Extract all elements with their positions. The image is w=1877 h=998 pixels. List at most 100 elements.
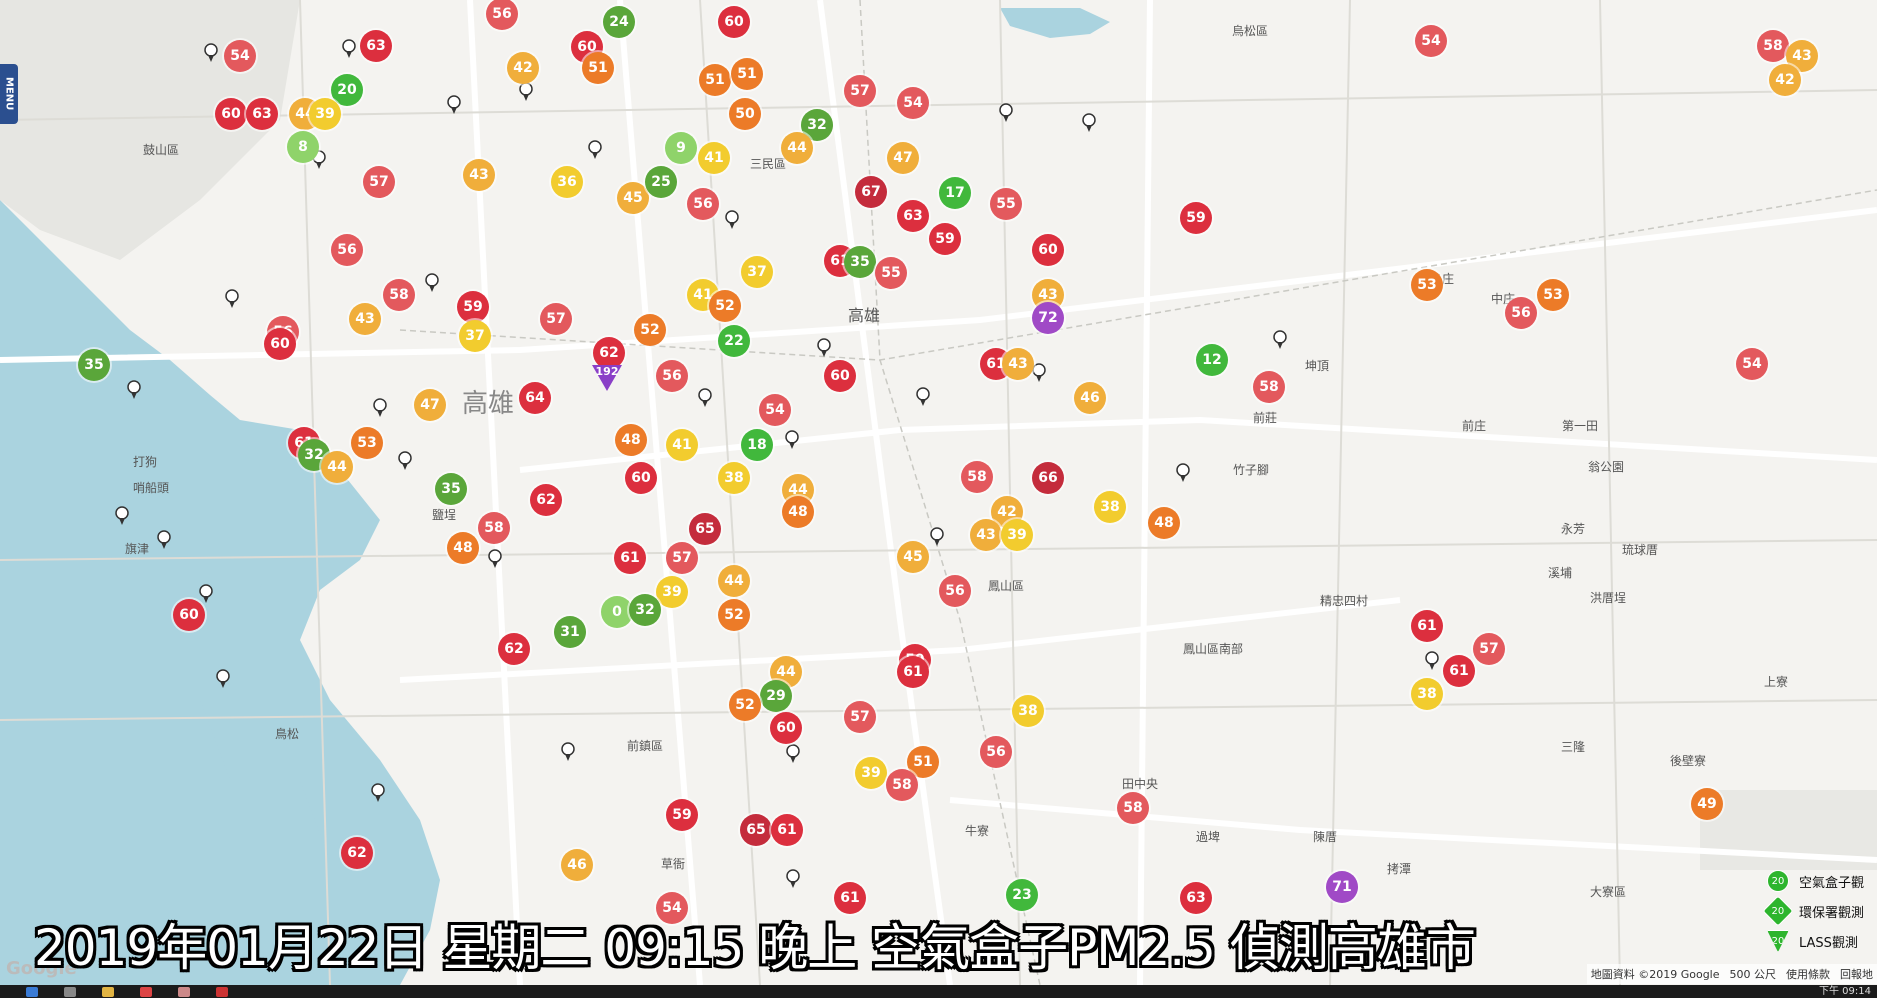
pm25-marker[interactable]: 62 bbox=[341, 837, 373, 869]
pm25-marker[interactable]: 48 bbox=[615, 424, 647, 456]
pm25-marker[interactable]: 67 bbox=[855, 176, 887, 208]
pm25-marker[interactable]: 63 bbox=[360, 30, 392, 62]
pm25-marker[interactable]: 56 bbox=[331, 234, 363, 266]
pm25-marker[interactable]: 41 bbox=[698, 142, 730, 174]
pm25-marker[interactable]: 20 bbox=[331, 74, 363, 106]
pm25-marker[interactable]: 47 bbox=[887, 142, 919, 174]
pm25-marker[interactable]: 61 bbox=[771, 814, 803, 846]
map-pin-icon[interactable] bbox=[915, 387, 931, 407]
pm25-marker[interactable]: 44 bbox=[321, 451, 353, 483]
map-pin-icon[interactable] bbox=[724, 210, 740, 230]
pm25-marker[interactable]: 37 bbox=[741, 256, 773, 288]
pm25-marker[interactable]: 42 bbox=[1769, 64, 1801, 96]
pm25-marker[interactable]: 61 bbox=[1411, 610, 1443, 642]
map-pin-icon[interactable] bbox=[203, 43, 219, 63]
pm25-marker[interactable]: 58 bbox=[478, 512, 510, 544]
pm25-marker[interactable]: 57 bbox=[1473, 633, 1505, 665]
pm25-marker[interactable]: 47 bbox=[414, 389, 446, 421]
pm25-marker[interactable]: 22 bbox=[718, 325, 750, 357]
pm25-marker[interactable]: 65 bbox=[740, 814, 772, 846]
pm25-marker[interactable]: 43 bbox=[1002, 348, 1034, 380]
pm25-marker[interactable]: 42 bbox=[507, 52, 539, 84]
search-icon[interactable] bbox=[64, 986, 76, 997]
pm25-marker[interactable]: 51 bbox=[582, 52, 614, 84]
map-pin-icon[interactable] bbox=[697, 388, 713, 408]
pm25-marker[interactable]: 62 bbox=[530, 484, 562, 516]
pm25-marker[interactable]: 12 bbox=[1196, 344, 1228, 376]
pm25-marker[interactable]: 44 bbox=[718, 565, 750, 597]
pm25-marker[interactable]: 59 bbox=[666, 799, 698, 831]
pm25-marker[interactable]: 56 bbox=[656, 360, 688, 392]
pm25-marker[interactable]: 23 bbox=[1006, 879, 1038, 911]
pm25-marker[interactable]: 57 bbox=[666, 542, 698, 574]
pm25-marker[interactable]: 52 bbox=[634, 314, 666, 346]
pm25-marker[interactable]: 53 bbox=[1537, 279, 1569, 311]
pm25-marker[interactable]: 43 bbox=[463, 159, 495, 191]
pm25-marker[interactable]: 48 bbox=[1148, 507, 1180, 539]
pm25-marker[interactable]: 35 bbox=[435, 473, 467, 505]
pm25-marker[interactable]: 57 bbox=[844, 701, 876, 733]
pm25-marker[interactable]: 56 bbox=[1505, 297, 1537, 329]
map-pin-icon[interactable] bbox=[784, 430, 800, 450]
pm25-marker[interactable]: 60 bbox=[824, 360, 856, 392]
pm25-marker[interactable]: 38 bbox=[718, 462, 750, 494]
folder-icon[interactable] bbox=[102, 986, 114, 997]
map-pin-icon[interactable] bbox=[587, 140, 603, 160]
map-pin-icon[interactable] bbox=[215, 669, 231, 689]
pm25-marker[interactable]: 17 bbox=[939, 177, 971, 209]
pm25-marker[interactable]: 60 bbox=[770, 712, 802, 744]
pm25-marker[interactable]: 49 bbox=[1691, 788, 1723, 820]
pm25-marker[interactable]: 31 bbox=[554, 616, 586, 648]
pm25-marker[interactable]: 59 bbox=[1180, 202, 1212, 234]
map-pin-icon[interactable] bbox=[156, 530, 172, 550]
map-pin-icon[interactable] bbox=[370, 783, 386, 803]
pm25-marker[interactable]: 56 bbox=[939, 575, 971, 607]
pm25-marker[interactable]: 58 bbox=[961, 461, 993, 493]
pm25-marker[interactable]: 54 bbox=[759, 394, 791, 426]
pm25-marker[interactable]: 38 bbox=[1411, 678, 1443, 710]
app-icon[interactable] bbox=[216, 986, 228, 997]
pm25-marker[interactable]: 18 bbox=[741, 429, 773, 461]
pm25-marker[interactable]: 60 bbox=[215, 98, 247, 130]
pm25-marker[interactable]: 60 bbox=[1032, 234, 1064, 266]
pm25-marker[interactable]: 48 bbox=[447, 532, 479, 564]
chrome-icon[interactable] bbox=[140, 986, 152, 997]
pm25-marker[interactable]: 54 bbox=[1415, 25, 1447, 57]
map-pin-icon[interactable] bbox=[446, 95, 462, 115]
pm25-marker[interactable]: 48 bbox=[782, 496, 814, 528]
pm25-marker[interactable]: 59 bbox=[457, 291, 489, 323]
pm25-marker[interactable]: 45 bbox=[897, 541, 929, 573]
pm25-marker[interactable]: 55 bbox=[990, 188, 1022, 220]
pm25-marker[interactable]: 46 bbox=[561, 849, 593, 881]
pm25-marker[interactable]: 35 bbox=[78, 349, 110, 381]
pm25-marker[interactable]: 54 bbox=[897, 87, 929, 119]
terms-link[interactable]: 使用條款 bbox=[1786, 966, 1830, 982]
pm25-marker[interactable]: 58 bbox=[1253, 371, 1285, 403]
pm25-marker[interactable]: 63 bbox=[246, 98, 278, 130]
pm25-marker[interactable]: 58 bbox=[383, 279, 415, 311]
pm25-marker[interactable]: 8 bbox=[287, 131, 319, 163]
pm25-marker[interactable]: 32 bbox=[629, 594, 661, 626]
map-pin-icon[interactable] bbox=[126, 380, 142, 400]
pm25-marker[interactable]: 37 bbox=[459, 320, 491, 352]
pm25-marker[interactable]: 56 bbox=[980, 736, 1012, 768]
pm25-marker[interactable]: 43 bbox=[970, 519, 1002, 551]
pm25-marker[interactable]: 51 bbox=[731, 58, 763, 90]
pm25-marker[interactable]: 60 bbox=[264, 328, 296, 360]
map-pin-icon[interactable] bbox=[1081, 113, 1097, 133]
pm25-marker[interactable]: 45 bbox=[617, 182, 649, 214]
map-pin-icon[interactable] bbox=[785, 744, 801, 764]
purple-triangle-marker[interactable]: 192 bbox=[592, 365, 622, 395]
pm25-marker[interactable]: 51 bbox=[699, 64, 731, 96]
pm25-marker[interactable]: 29 bbox=[760, 680, 792, 712]
pm25-marker[interactable]: 63 bbox=[897, 200, 929, 232]
pm25-marker[interactable]: 39 bbox=[309, 98, 341, 130]
pm25-marker[interactable]: 41 bbox=[666, 429, 698, 461]
pm25-marker[interactable]: 52 bbox=[729, 689, 761, 721]
pm25-marker[interactable]: 56 bbox=[687, 188, 719, 220]
pm25-marker[interactable]: 53 bbox=[351, 427, 383, 459]
map-pin-icon[interactable] bbox=[518, 82, 534, 102]
pm25-marker[interactable]: 61 bbox=[897, 656, 929, 688]
pm25-marker[interactable]: 57 bbox=[363, 166, 395, 198]
pm25-marker[interactable]: 24 bbox=[603, 6, 635, 38]
